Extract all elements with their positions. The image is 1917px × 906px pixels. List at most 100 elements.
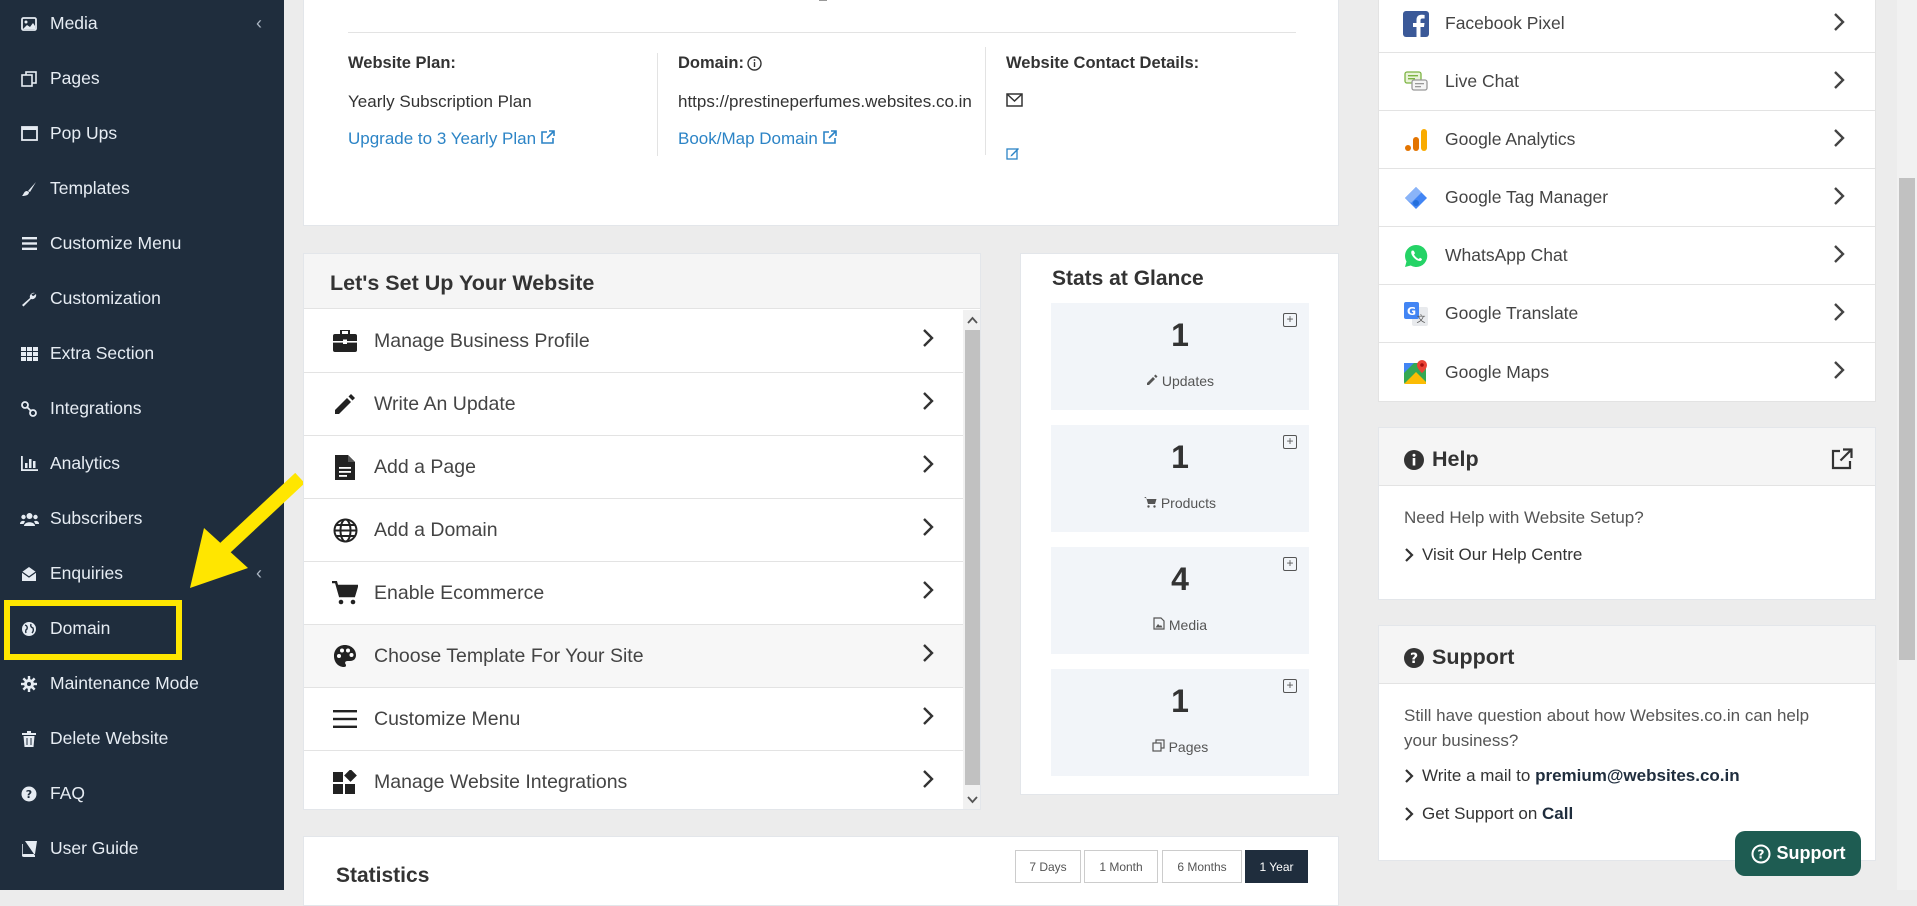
- sidebar-item-pages[interactable]: Pages: [0, 51, 284, 106]
- support-mail-link[interactable]: premium@websites.co.in: [1535, 766, 1740, 786]
- range-6-months-button[interactable]: 6 Months: [1162, 850, 1242, 883]
- setup-item-customize-menu[interactable]: Customize Menu: [304, 688, 964, 751]
- website-info-card: Website Plan: Yearly Subscription Plan U…: [303, 0, 1339, 226]
- range-7-days-button[interactable]: 7 Days: [1015, 850, 1081, 883]
- sidebar-item-label: FAQ: [50, 783, 86, 803]
- help-centre-link[interactable]: Visit Our Help Centre: [1404, 545, 1582, 565]
- external-link-icon[interactable]: [1831, 448, 1853, 470]
- svg-text:G: G: [1407, 305, 1416, 318]
- stat-updates[interactable]: 1 Updates +: [1051, 303, 1309, 410]
- setup-item-label: Add a Domain: [374, 518, 498, 541]
- chevron-right-icon: [923, 644, 934, 662]
- integration-label: Google Translate: [1445, 303, 1579, 323]
- add-icon[interactable]: +: [1283, 313, 1297, 327]
- plan-label: Website Plan:: [348, 54, 456, 72]
- sidebar-item-templates[interactable]: Templates: [0, 161, 284, 216]
- sidebar-item-label: Pop Ups: [50, 123, 118, 143]
- stat-pages[interactable]: 1 Pages +: [1051, 669, 1309, 776]
- integration-label: Google Maps: [1445, 361, 1550, 382]
- setup-item-add-a-page[interactable]: Add a Page: [304, 436, 964, 499]
- sidebar-item-maintenance-mode[interactable]: Maintenance Mode: [0, 656, 284, 711]
- info-icon[interactable]: [747, 56, 762, 71]
- support-call-line[interactable]: Get Support on Call: [1404, 804, 1573, 824]
- page-scrollbar[interactable]: [1897, 0, 1917, 890]
- palette-icon: [330, 644, 360, 668]
- plug-icon: [18, 400, 40, 417]
- cart-icon: [330, 581, 360, 605]
- sidebar-item-customize-menu[interactable]: Customize Menu: [0, 216, 284, 271]
- sidebar-item-media[interactable]: Media ‹: [0, 0, 284, 51]
- add-icon[interactable]: +: [1283, 557, 1297, 571]
- whatsapp-icon: [1403, 243, 1429, 269]
- globe-icon: [330, 518, 360, 543]
- sidebar-item-label: User Guide: [50, 838, 139, 858]
- range-1-month-button[interactable]: 1 Month: [1084, 850, 1158, 883]
- chevron-right-icon: [1834, 13, 1845, 31]
- statistics-title: Statistics: [336, 864, 430, 887]
- chevron-right-icon: [1405, 548, 1414, 562]
- add-icon[interactable]: +: [1283, 679, 1297, 693]
- add-icon[interactable]: +: [1283, 435, 1297, 449]
- integration-google-translate[interactable]: G文 Google Translate: [1379, 285, 1875, 343]
- help-text: Need Help with Website Setup?: [1404, 508, 1644, 527]
- scroll-down-icon[interactable]: [967, 796, 978, 804]
- help-centre-link-text: Visit Our Help Centre: [1422, 545, 1583, 564]
- book-map-domain-link[interactable]: Book/Map Domain: [678, 129, 837, 149]
- integration-live-chat[interactable]: Live Chat: [1379, 53, 1875, 111]
- sidebar-item-label: Pages: [50, 68, 100, 88]
- edit-icon[interactable]: [1006, 146, 1020, 160]
- envelope-icon[interactable]: [1006, 93, 1023, 107]
- range-1-year-button[interactable]: 1 Year: [1245, 850, 1308, 883]
- integration-label: Google Tag Manager: [1445, 187, 1609, 207]
- copy-icon: [18, 70, 40, 87]
- sidebar-item-domain[interactable]: Domain: [0, 601, 284, 656]
- stat-value: 1: [1171, 439, 1189, 475]
- chevron-right-icon: [923, 455, 934, 473]
- setup-item-label: Manage Website Integrations: [374, 770, 628, 793]
- setup-list: Manage Business Profile Write An Update …: [304, 310, 964, 809]
- pencil-icon: [330, 392, 360, 416]
- sidebar-item-faq[interactable]: ? FAQ: [0, 766, 284, 821]
- sidebar-item-customization[interactable]: Customization: [0, 271, 284, 326]
- stat-media[interactable]: 4 Media +: [1051, 547, 1309, 654]
- support-floating-button-label: Support: [1776, 843, 1846, 863]
- support-call-link[interactable]: Call: [1542, 804, 1573, 824]
- scrollbar-thumb[interactable]: [965, 330, 980, 785]
- support-floating-button[interactable]: ? Support: [1735, 831, 1861, 876]
- sidebar-item-popups[interactable]: Pop Ups: [0, 106, 284, 161]
- setup-item-write-an-update[interactable]: Write An Update: [304, 373, 964, 436]
- page-scrollbar-thumb[interactable]: [1899, 178, 1915, 660]
- setup-item-choose-template[interactable]: Choose Template For Your Site: [304, 625, 964, 688]
- info-circle-icon: [1404, 450, 1424, 470]
- setup-item-manage-business-profile[interactable]: Manage Business Profile: [304, 310, 964, 373]
- integration-facebook-pixel[interactable]: Facebook Pixel: [1379, 0, 1875, 53]
- sidebar-item-integrations[interactable]: Integrations: [0, 381, 284, 436]
- integration-google-tag-manager[interactable]: Google Tag Manager: [1379, 169, 1875, 227]
- sidebar-item-delete-website[interactable]: Delete Website: [0, 711, 284, 766]
- integration-google-analytics[interactable]: Google Analytics: [1379, 111, 1875, 169]
- chevron-right-icon: [923, 581, 934, 599]
- sidebar-item-label: Extra Section: [50, 343, 155, 363]
- setup-item-manage-integrations[interactable]: Manage Website Integrations: [304, 751, 964, 809]
- svg-text:?: ?: [26, 788, 32, 801]
- setup-item-add-a-domain[interactable]: Add a Domain: [304, 499, 964, 562]
- support-mail-line[interactable]: Write a mail to premium@websites.co.in: [1404, 766, 1740, 786]
- sidebar-item-label: Integrations: [50, 398, 142, 418]
- setup-item-enable-ecommerce[interactable]: Enable Ecommerce: [304, 562, 964, 625]
- integration-whatsapp-chat[interactable]: WhatsApp Chat: [1379, 227, 1875, 285]
- chevron-right-icon: [1834, 187, 1845, 205]
- scroll-up-icon[interactable]: [967, 316, 978, 324]
- tag-manager-icon: [1403, 185, 1429, 211]
- divider: [348, 32, 1296, 33]
- sidebar-item-extra-section[interactable]: Extra Section: [0, 326, 284, 381]
- setup-scrollbar[interactable]: [963, 310, 980, 809]
- setup-item-label: Manage Business Profile: [374, 329, 590, 352]
- sidebar-item-user-guide[interactable]: User Guide: [0, 821, 284, 876]
- integration-google-maps[interactable]: Google Maps: [1379, 343, 1875, 401]
- image-icon: [1153, 617, 1165, 630]
- upgrade-plan-link[interactable]: Upgrade to 3 Yearly Plan: [348, 129, 555, 149]
- sidebar-item-label: Media: [50, 13, 98, 33]
- chevron-right-icon: [923, 392, 934, 410]
- stat-products[interactable]: 1 Products +: [1051, 425, 1309, 532]
- support-text: Still have question about how Websites.c…: [1404, 706, 1810, 750]
